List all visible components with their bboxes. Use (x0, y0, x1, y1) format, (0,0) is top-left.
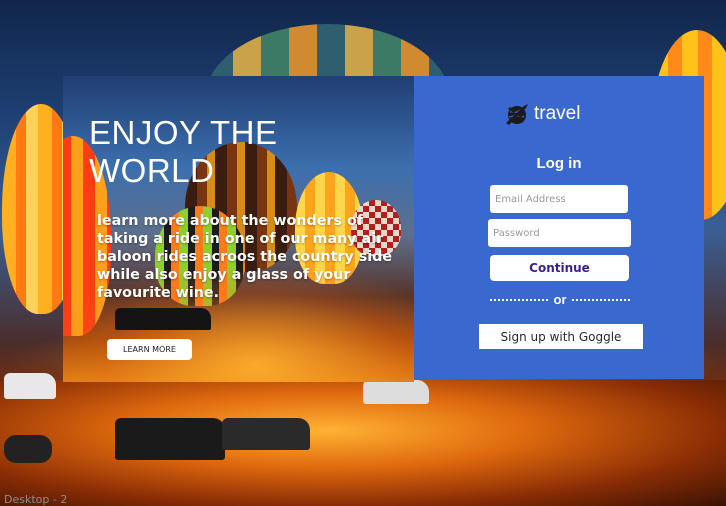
brand: travel (504, 101, 580, 127)
hero-description: learn more about the wonders of taking a… (97, 213, 393, 301)
or-divider: or (490, 292, 630, 307)
learn-more-button[interactable]: LEARN MORE (107, 339, 192, 360)
truck (115, 308, 211, 330)
or-label: or (553, 292, 567, 307)
frame-label: Desktop - 2 (4, 493, 68, 506)
password-field[interactable] (488, 219, 631, 247)
truck (222, 418, 310, 450)
continue-button[interactable]: Continue (490, 255, 629, 281)
hero-title: ENJOY THE WORLD (89, 114, 278, 189)
brand-name: travel (534, 103, 581, 124)
truck (363, 380, 429, 404)
divider-line (490, 298, 548, 301)
divider-line (572, 298, 630, 301)
motorcycle (4, 435, 52, 463)
van (4, 373, 56, 399)
login-panel: travel Log in Continue or Sign up with G… (414, 76, 704, 379)
google-signup-button[interactable]: Sign up with Goggle (479, 324, 643, 349)
truck (115, 418, 225, 460)
hero-panel: ENJOY THE WORLD learn more about the won… (63, 76, 414, 382)
email-field[interactable] (490, 185, 628, 213)
airplane-globe-icon (506, 104, 528, 125)
login-title: Log in (536, 155, 582, 172)
